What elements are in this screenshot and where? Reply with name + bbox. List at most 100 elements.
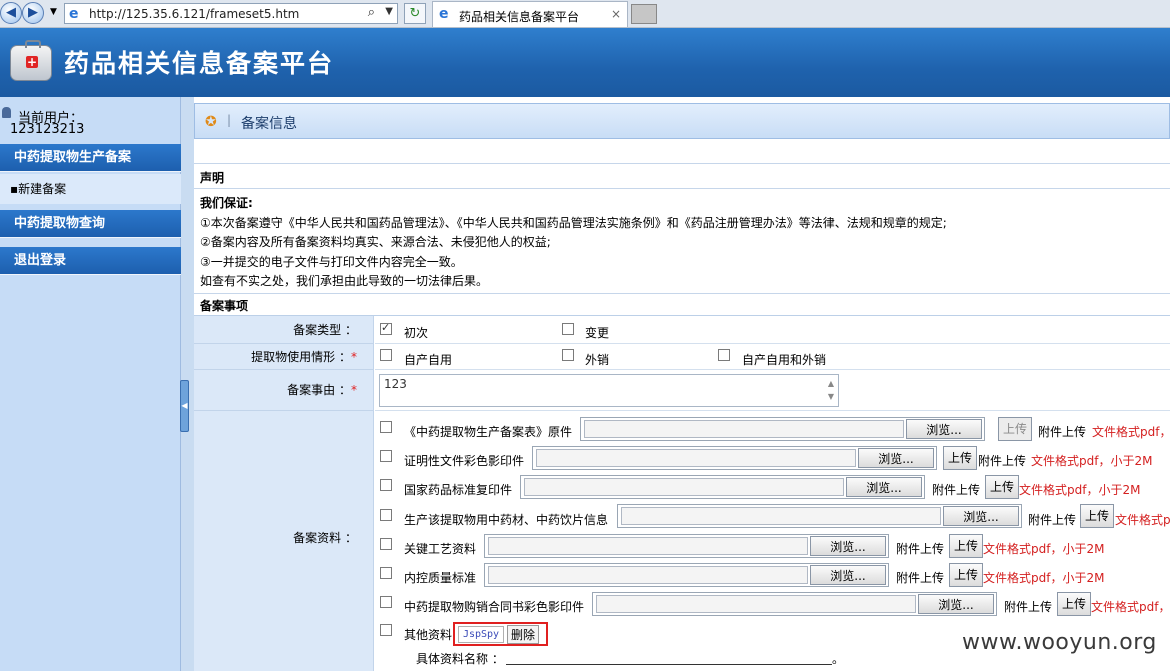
guarantee-heading: 我们保证: [200,196,253,210]
material-name-input[interactable] [506,664,832,665]
file-input-sales-contract[interactable]: 浏览... [592,592,997,616]
usage-label: 提取物使用情形 ：* [194,344,374,370]
search-icon[interactable]: ⌕ [368,5,375,20]
upload-button-national-standard[interactable]: 上传 [985,475,1019,499]
address-text[interactable]: http://125.35.6.121/frameset5.htm [89,7,299,21]
divider [194,293,1170,294]
material-checkbox-quality-standard[interactable] [380,567,392,579]
attach-note: 附件上传 [1004,600,1053,614]
address-dropdown-icon[interactable]: ▼ [385,6,393,17]
new-tab-button[interactable] [631,4,657,24]
back-button[interactable]: ◀ [0,2,22,24]
filing-type-initial-label: 初次 [404,326,429,340]
browse-button[interactable]: 浏览... [918,594,994,614]
user-icon [2,107,11,118]
close-tab-icon[interactable]: × [611,7,621,21]
usage-both-checkbox[interactable] [718,349,730,361]
upload-button-key-process[interactable]: 上传 [949,534,983,558]
uploaded-file-link[interactable]: JspSpy [458,626,504,643]
file-path-field[interactable] [524,478,844,496]
guarantee-line: ②备案内容及所有备案资料均真实、来源合法、未侵犯他人的权益; [200,235,551,249]
upload-button-production-form[interactable]: 上传 [998,417,1032,441]
usage-self-checkbox[interactable] [380,349,392,361]
material-label-quality-standard: 内控质量标准 [404,571,477,585]
sidebar-section-query[interactable]: 中药提取物查询 [0,210,181,238]
material-label-certificate: 证明性文件彩色影印件 [404,454,525,468]
material-checkbox-sales-contract[interactable] [380,596,392,608]
browse-button[interactable]: 浏览... [906,419,982,439]
sidebar: 当前用户： 123123213 中药提取物生产备案 ▪新建备案 中药提取物查询 … [0,97,181,671]
upload-button-sales-contract[interactable]: 上传 [1057,592,1091,616]
watermark: www.wooyun.org [962,630,1157,655]
material-checkbox-production-form[interactable] [380,421,392,433]
sidebar-section-production-filing[interactable]: 中药提取物生产备案 [0,144,181,172]
header-separator: | [227,113,232,127]
material-checkbox-herb-info[interactable] [380,509,392,521]
collapse-sidebar-handle[interactable]: ◀ [180,380,189,432]
tab-title: 药品相关信息备案平台 [459,10,580,24]
file-path-field[interactable] [621,507,941,525]
file-input-quality-standard[interactable]: 浏览... [484,563,889,587]
browse-button[interactable]: 浏览... [810,565,886,585]
material-checkbox-key-process[interactable] [380,538,392,550]
browse-button[interactable]: 浏览... [858,448,934,468]
panel-header: ✪ | 备案信息 [194,103,1170,139]
file-input-herb-info[interactable]: 浏览... [617,504,1022,528]
file-path-field[interactable] [488,566,808,584]
file-path-field[interactable] [536,449,856,467]
format-note: 文件格式pdf，小于2M [1031,454,1153,468]
material-checkbox-certificate[interactable] [380,450,392,462]
usage-row: 自产自用 外销 自产自用和外销 [375,344,1170,370]
material-checkbox-national-standard[interactable] [380,479,392,491]
sidebar-section-logout[interactable]: 退出登录 [0,247,181,275]
reason-textarea[interactable]: 123 ▲ ▼ [379,374,839,407]
history-dropdown-icon[interactable]: ▼ [50,7,57,17]
reason-label: 备案事由 ：* [194,370,374,411]
divider [194,163,1170,164]
file-path-field[interactable] [596,595,916,613]
filing-type-initial-checkbox[interactable] [380,321,392,335]
declaration-heading: 声明 [200,171,225,185]
file-input-certificate[interactable]: 浏览... [532,446,937,470]
format-note: 文件格式pdf，小于2M [983,571,1105,585]
upload-button-certificate[interactable]: 上传 [943,446,977,470]
usage-self-label: 自产自用 [404,353,453,367]
material-checkbox-other[interactable] [380,624,392,636]
sidebar-item-new-filing[interactable]: ▪新建备案 [0,174,181,204]
guarantee-line: ③一并提交的电子文件与打印文件内容完全一致。 [200,254,463,269]
refresh-button[interactable]: ↻ [404,3,426,24]
file-input-national-standard[interactable]: 浏览... [520,475,925,499]
format-note: 文件格式pdf，小于2M [1019,483,1141,497]
file-input-production-form[interactable]: 浏览... [580,417,985,441]
site-banner: + 药品相关信息备案平台 [0,28,1170,97]
browse-button[interactable]: 浏览... [943,506,1019,526]
panel-title: 备案信息 [241,116,297,132]
browser-tab[interactable]: e 药品相关信息备案平台 × [432,1,628,27]
file-path-field[interactable] [488,537,808,555]
declaration-text: 我们保证: ①本次备案遵守《中华人民共和国药品管理法》、《中华人民共和国药品管理… [200,194,1160,292]
guarantee-line: ①本次备案遵守《中华人民共和国药品管理法》、《中华人民共和国药品管理法实施条例》… [200,215,947,230]
forward-button[interactable]: ▶ [22,2,44,24]
reason-value[interactable]: 123 [384,377,407,391]
filing-type-label: 备案类型 ： [194,316,374,344]
file-input-key-process[interactable]: 浏览... [484,534,889,558]
attach-note: 附件上传 [1028,513,1077,527]
material-label-national-standard: 国家药品标准复印件 [404,483,513,497]
ie-page-icon: e [69,6,79,22]
material-label-production-form: 《中药提取物生产备案表》原件 [404,425,573,439]
browse-button[interactable]: 浏览... [846,477,922,497]
attach-note: 附件上传 [932,483,981,497]
attach-note: 附件上传 [896,571,945,585]
address-bar[interactable]: e http://125.35.6.121/frameset5.htm ⌕ ▼ [64,3,398,24]
textarea-scroll-arrows[interactable]: ▲ ▼ [826,377,836,404]
file-path-field[interactable] [584,420,904,438]
upload-button-herb-info[interactable]: 上传 [1080,504,1114,528]
usage-both-label: 自产自用和外销 [742,353,827,367]
usage-export-checkbox[interactable] [562,349,574,361]
browse-button[interactable]: 浏览... [810,536,886,556]
filing-type-change-checkbox[interactable] [562,323,574,335]
upload-button-quality-standard[interactable]: 上传 [949,563,983,587]
material-label-key-process: 关键工艺资料 [404,542,477,556]
delete-file-button[interactable]: 删除 [507,625,539,644]
divider [194,188,1170,189]
